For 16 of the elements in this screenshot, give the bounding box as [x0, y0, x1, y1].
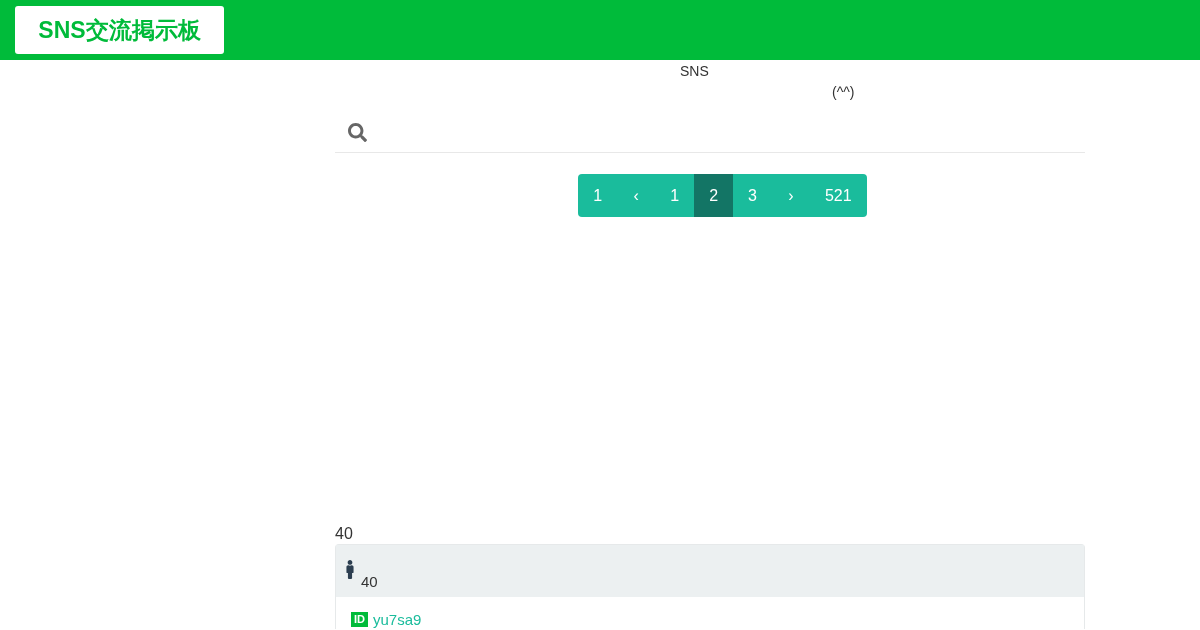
page-link[interactable]: 521 — [809, 174, 867, 217]
member-count: 40 — [361, 573, 378, 591]
page-link[interactable]: 1 — [655, 174, 695, 217]
id-badge: ID — [351, 612, 368, 627]
intro-text: (^^) — [832, 84, 855, 100]
site-logo[interactable]: SNS交流掲示板 — [15, 6, 224, 54]
page-link[interactable]: ‹ — [617, 174, 656, 217]
user-link[interactable]: yu7sa9 — [373, 612, 422, 627]
count-text: 40 — [335, 525, 353, 542]
page-link[interactable]: 3 — [733, 174, 772, 217]
page-link[interactable]: 1 — [578, 174, 618, 217]
search-icon — [348, 123, 367, 142]
person-icon — [344, 560, 356, 579]
intro-text: SNS — [680, 63, 709, 79]
page-link[interactable]: 2 — [694, 174, 734, 217]
page-link[interactable]: › — [771, 174, 810, 217]
